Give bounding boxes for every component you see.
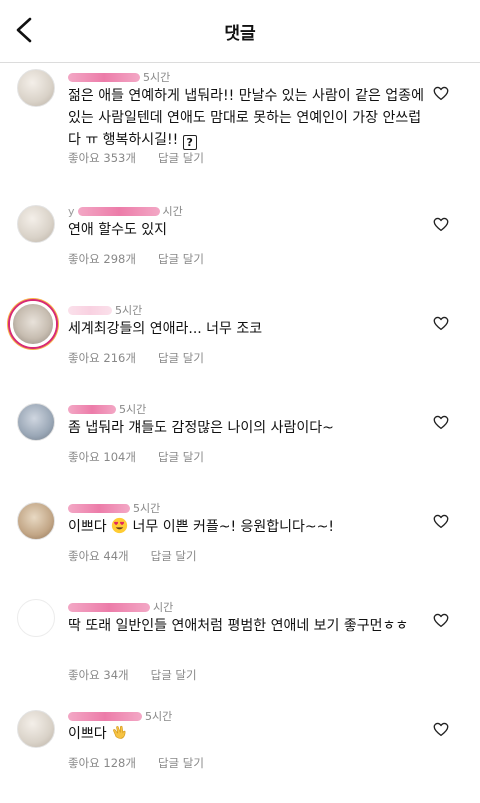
back-button[interactable] [8, 14, 40, 46]
heart-outline-icon[interactable] [432, 611, 450, 629]
clapping-hands-emoji-icon [113, 725, 126, 739]
comment-item: y 시간 연애 할수도 있지 좋아요 298개 답글 달기 [0, 189, 480, 288]
comment-actions: 좋아요 353개 답글 달기 [68, 150, 204, 166]
comment-time: 시간 [153, 601, 174, 614]
comment-username[interactable]: 5시간 [68, 708, 172, 724]
redacted-username-mark [77, 206, 160, 216]
comment-time: 5시간 [143, 71, 171, 84]
redacted-username-mark [68, 404, 116, 414]
comment-username[interactable]: 5시간 [68, 302, 142, 318]
comment-username[interactable]: 5시간 [68, 69, 170, 85]
avatar[interactable] [17, 403, 55, 441]
comment-text-body: 이쁘다 [68, 726, 107, 742]
comment-username[interactable]: 5시간 [68, 401, 146, 417]
comment-time: 5시간 [119, 403, 147, 416]
redacted-username-mark [68, 503, 130, 513]
comment-actions: 좋아요 44개 답글 달기 [68, 548, 197, 564]
comment-text: 좀 냅둬라 걔들도 감정많은 나이의 사람이다~ [68, 420, 334, 436]
comment-text: 연애 할수도 있지 [68, 222, 168, 238]
comment-time: 5시간 [145, 710, 173, 723]
comment-actions: 좋아요 128개 답글 달기 [68, 755, 204, 771]
comment-actions: 좋아요 104개 답글 달기 [68, 449, 204, 465]
page-title: 댓글 [224, 23, 256, 44]
comment-text: 이쁘다 [68, 723, 432, 745]
comment-text-body: 젊은 애들 연예하게 냅둬라!! 만날수 있는 사람이 같은 업종에 있는 사람… [68, 88, 424, 148]
avatar[interactable] [17, 69, 55, 107]
chevron-left-icon [16, 17, 32, 43]
comment-time: 5시간 [133, 502, 161, 515]
comment-username[interactable]: 5시간 [68, 500, 160, 516]
comment-actions: 좋아요 298개 답글 달기 [68, 251, 204, 267]
reply-button[interactable]: 답글 달기 [158, 251, 204, 267]
comment-item: 5시간 좀 냅둬라 걔들도 감정많은 나이의 사람이다~ 좋아요 104개 답글… [0, 387, 480, 486]
comment-actions: 좋아요 216개 답글 달기 [68, 350, 204, 366]
comment-item: 5시간 이쁘다 좋아요 128개 답글 달기 [0, 704, 480, 803]
avatar[interactable] [17, 710, 55, 748]
reply-button[interactable]: 답글 달기 [158, 755, 204, 771]
comments-header: 댓글 [0, 0, 480, 63]
avatar[interactable] [17, 502, 55, 540]
reply-button[interactable]: 답글 달기 [151, 667, 197, 683]
comment-text: 세계최강들의 연애라... 너무 조코 [68, 321, 263, 337]
like-count[interactable]: 좋아요 298개 [68, 251, 136, 267]
reply-button[interactable]: 답글 달기 [158, 150, 204, 166]
heart-outline-icon[interactable] [432, 84, 450, 102]
comment-item: 5시간 세계최강들의 연애라... 너무 조코 좋아요 216개 답글 달기 [0, 288, 480, 387]
comment-actions: 좋아요 34개 답글 달기 [68, 667, 197, 683]
comment-item: 시간 딱 또래 일반인들 연애처럼 평범한 연애네 보기 좋구먼ㅎㅎ 좋아요 3… [0, 585, 480, 704]
comment-item: 5시간 이쁘다 너무 이쁜 커플~! 응원합니다~~! 좋아요 44개 답글 달… [0, 486, 480, 585]
comment-username[interactable]: y 시간 [68, 203, 183, 219]
comment-text-part: 너무 이쁜 커플~! 응원합니다~~! [132, 519, 334, 535]
comment-item: 5시간 젊은 애들 연예하게 냅둬라!! 만날수 있는 사람이 같은 업종에 있… [0, 63, 480, 189]
like-count[interactable]: 좋아요 216개 [68, 350, 136, 366]
comment-username[interactable]: 시간 [68, 599, 173, 615]
like-count[interactable]: 좋아요 104개 [68, 449, 136, 465]
redacted-username-mark [68, 72, 140, 82]
comment-text: 젊은 애들 연예하게 냅둬라!! 만날수 있는 사람이 같은 업종에 있는 사람… [68, 85, 432, 151]
comment-time: 5시간 [115, 304, 143, 317]
like-count[interactable]: 좋아요 44개 [68, 548, 129, 564]
comment-text-part: 이쁘다 [68, 519, 107, 535]
unknown-glyph-icon: ? [182, 135, 197, 150]
comment-time: 시간 [162, 205, 183, 218]
heart-outline-icon[interactable] [432, 413, 450, 431]
heart-outline-icon[interactable] [432, 215, 450, 233]
reply-button[interactable]: 답글 달기 [151, 548, 197, 564]
redacted-username-mark [68, 305, 112, 315]
like-count[interactable]: 좋아요 34개 [68, 667, 129, 683]
like-count[interactable]: 좋아요 128개 [68, 755, 136, 771]
redacted-username-mark [68, 602, 150, 612]
avatar[interactable] [17, 599, 55, 637]
reply-button[interactable]: 답글 달기 [158, 350, 204, 366]
comment-text: 이쁘다 너무 이쁜 커플~! 응원합니다~~! [68, 516, 432, 538]
avatar-story-ring[interactable] [10, 301, 56, 347]
avatar[interactable] [17, 205, 55, 243]
comment-text: 딱 또래 일반인들 연애처럼 평범한 연애네 보기 좋구먼ㅎㅎ [68, 618, 409, 634]
heart-outline-icon[interactable] [432, 314, 450, 332]
heart-outline-icon[interactable] [432, 720, 450, 738]
heart-outline-icon[interactable] [432, 512, 450, 530]
like-count[interactable]: 좋아요 353개 [68, 150, 136, 166]
reply-button[interactable]: 답글 달기 [158, 449, 204, 465]
redacted-username-mark [68, 711, 142, 721]
comment-username-text: y [68, 204, 75, 218]
heart-eyes-emoji-icon [111, 517, 128, 534]
